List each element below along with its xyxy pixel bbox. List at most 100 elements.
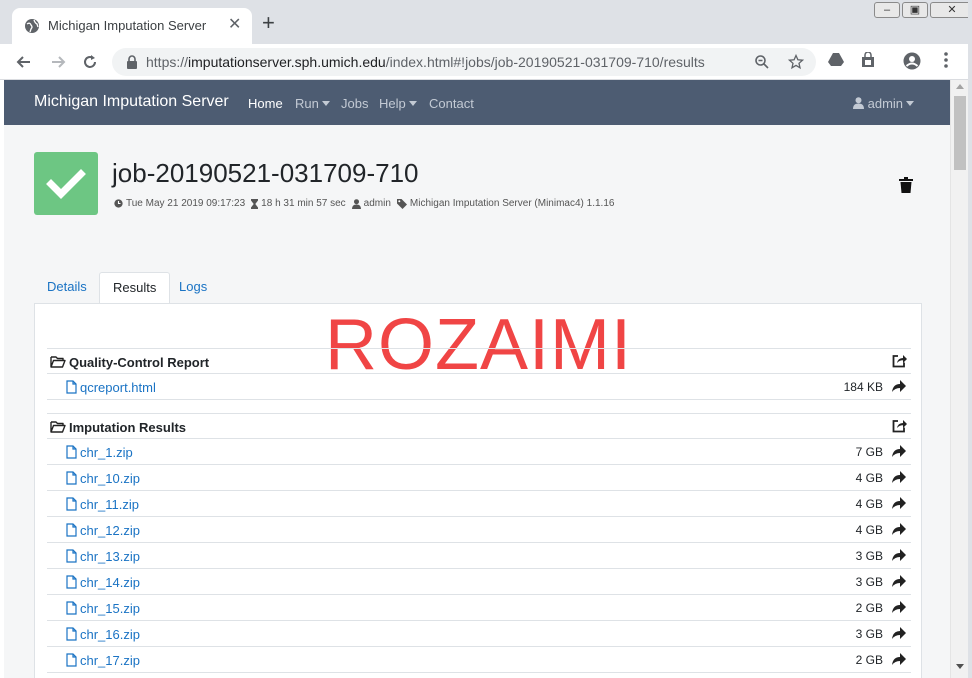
file-size: 4 GB bbox=[855, 471, 883, 485]
share-icon[interactable] bbox=[892, 419, 907, 433]
browser-tabstrip: Michigan Imputation Server ✕ + ‒ ▣ ✕ bbox=[0, 0, 972, 44]
file-row: chr_11.zip 4 GB bbox=[47, 491, 911, 517]
file-icon bbox=[66, 653, 77, 667]
file-icon bbox=[66, 549, 77, 563]
page-scrollbar[interactable] bbox=[950, 80, 968, 678]
file-icon bbox=[66, 523, 77, 537]
share-forward-icon[interactable] bbox=[892, 523, 906, 535]
nav-home[interactable]: Home bbox=[248, 96, 283, 111]
shopping-bag-extension-icon[interactable] bbox=[858, 51, 878, 72]
file-link[interactable]: qcreport.html bbox=[80, 380, 156, 395]
share-forward-icon[interactable] bbox=[892, 575, 906, 587]
file-size: 3 GB bbox=[855, 549, 883, 563]
file-row: chr_1.zip 7 GB bbox=[47, 439, 911, 465]
file-size: 184 KB bbox=[843, 380, 883, 394]
tab-details[interactable]: Details bbox=[34, 272, 100, 304]
share-forward-icon[interactable] bbox=[892, 445, 906, 457]
file-icon bbox=[66, 471, 77, 485]
nav-jobs[interactable]: Jobs bbox=[341, 96, 368, 111]
back-icon[interactable] bbox=[12, 50, 36, 74]
browser-tab-title: Michigan Imputation Server bbox=[48, 18, 207, 33]
share-forward-icon[interactable] bbox=[892, 549, 906, 561]
url-text: https://imputationserver.sph.umich.edu/i… bbox=[146, 54, 705, 70]
share-forward-icon[interactable] bbox=[892, 380, 906, 392]
file-link[interactable]: chr_1.zip bbox=[80, 445, 133, 460]
lock-icon bbox=[127, 55, 137, 69]
file-row: qcreport.html 184 KB bbox=[47, 374, 911, 400]
share-forward-icon[interactable] bbox=[892, 471, 906, 483]
nav-help-label: Help bbox=[379, 96, 406, 111]
window-frame bbox=[968, 0, 972, 678]
section-title: Imputation Results bbox=[69, 420, 187, 435]
file-link[interactable]: chr_12.zip bbox=[80, 523, 140, 538]
file-link[interactable]: chr_15.zip bbox=[80, 601, 140, 616]
share-forward-icon[interactable] bbox=[892, 497, 906, 509]
file-row: chr_17.zip 2 GB bbox=[47, 647, 911, 673]
share-forward-icon[interactable] bbox=[892, 653, 906, 665]
section-header: Quality-Control Report bbox=[47, 348, 911, 374]
profile-icon[interactable] bbox=[902, 52, 922, 72]
file-link[interactable]: chr_13.zip bbox=[80, 549, 140, 564]
scroll-down-icon[interactable] bbox=[956, 664, 964, 669]
tab-results[interactable]: Results bbox=[99, 272, 171, 304]
file-size: 2 GB bbox=[855, 601, 883, 615]
drive-extension-icon[interactable] bbox=[826, 52, 846, 72]
forward-icon[interactable] bbox=[46, 50, 70, 74]
section-header: Imputation Results bbox=[47, 413, 911, 439]
browser-tab[interactable]: Michigan Imputation Server ✕ bbox=[12, 8, 252, 44]
section-title: Quality-Control Report bbox=[69, 355, 210, 370]
tag-icon bbox=[396, 198, 407, 209]
job-duration: 18 h 31 min 57 sec bbox=[261, 198, 346, 209]
bookmark-star-icon[interactable] bbox=[786, 52, 806, 72]
file-link[interactable]: chr_17.zip bbox=[80, 653, 140, 668]
user-menu[interactable]: admin bbox=[853, 96, 915, 111]
caret-down-icon bbox=[906, 101, 915, 106]
file-link[interactable]: chr_14.zip bbox=[80, 575, 140, 590]
new-tab-button[interactable]: + bbox=[262, 12, 275, 34]
site-brand[interactable]: Michigan Imputation Server bbox=[34, 93, 229, 111]
file-size: 3 GB bbox=[855, 627, 883, 641]
share-forward-icon[interactable] bbox=[892, 601, 906, 613]
share-icon[interactable] bbox=[892, 354, 907, 368]
scroll-thumb[interactable] bbox=[954, 96, 966, 170]
reload-icon[interactable] bbox=[78, 50, 102, 74]
file-icon bbox=[66, 575, 77, 589]
file-list: chr_1.zip 7 GB chr_10.zip 4 GB chr_11.zip 4 G… bbox=[47, 439, 911, 673]
minimize-icon[interactable]: ‒ bbox=[874, 2, 900, 18]
zoom-icon[interactable] bbox=[752, 52, 772, 72]
folder-open-icon bbox=[50, 421, 66, 433]
nav-contact[interactable]: Contact bbox=[429, 96, 474, 111]
file-icon bbox=[66, 445, 77, 459]
nav-run-label: Run bbox=[295, 96, 319, 111]
user-icon bbox=[351, 198, 361, 209]
user-menu-label: admin bbox=[867, 96, 904, 111]
address-bar[interactable]: https://imputationserver.sph.umich.edu/i… bbox=[112, 48, 816, 76]
share-forward-icon[interactable] bbox=[892, 627, 906, 639]
browser-toolbar: https://imputationserver.sph.umich.edu/i… bbox=[0, 44, 972, 80]
nav-help[interactable]: Help bbox=[379, 96, 417, 111]
file-link[interactable]: chr_16.zip bbox=[80, 627, 140, 642]
checkmark-icon bbox=[46, 169, 86, 199]
file-row: chr_12.zip 4 GB bbox=[47, 517, 911, 543]
job-submitted: Tue May 21 2019 09:17:23 bbox=[126, 198, 246, 209]
file-row: chr_16.zip 3 GB bbox=[47, 621, 911, 647]
user-icon bbox=[853, 97, 864, 109]
file-size: 7 GB bbox=[855, 445, 883, 459]
section-quality-control: Quality-Control Report qcreport.html 184… bbox=[47, 348, 911, 400]
scroll-up-icon[interactable] bbox=[956, 84, 964, 89]
site-navbar: Michigan Imputation Server Home Run Jobs… bbox=[4, 80, 950, 125]
browser-menu-icon[interactable] bbox=[936, 52, 956, 72]
tab-logs[interactable]: Logs bbox=[166, 272, 220, 304]
file-size: 4 GB bbox=[855, 497, 883, 511]
close-tab-icon[interactable]: ✕ bbox=[228, 16, 241, 34]
trash-icon[interactable] bbox=[899, 177, 913, 193]
file-icon bbox=[66, 601, 77, 615]
job-page: job-20190521-031709-710 Tue May 21 2019 … bbox=[4, 125, 950, 678]
file-link[interactable]: chr_10.zip bbox=[80, 471, 140, 486]
file-link[interactable]: chr_11.zip bbox=[80, 497, 139, 512]
nav-run[interactable]: Run bbox=[295, 96, 330, 111]
restore-icon[interactable]: ▣ bbox=[902, 2, 928, 18]
file-row: chr_10.zip 4 GB bbox=[47, 465, 911, 491]
file-size: 3 GB bbox=[855, 575, 883, 589]
close-window-icon[interactable]: ✕ bbox=[930, 2, 972, 18]
